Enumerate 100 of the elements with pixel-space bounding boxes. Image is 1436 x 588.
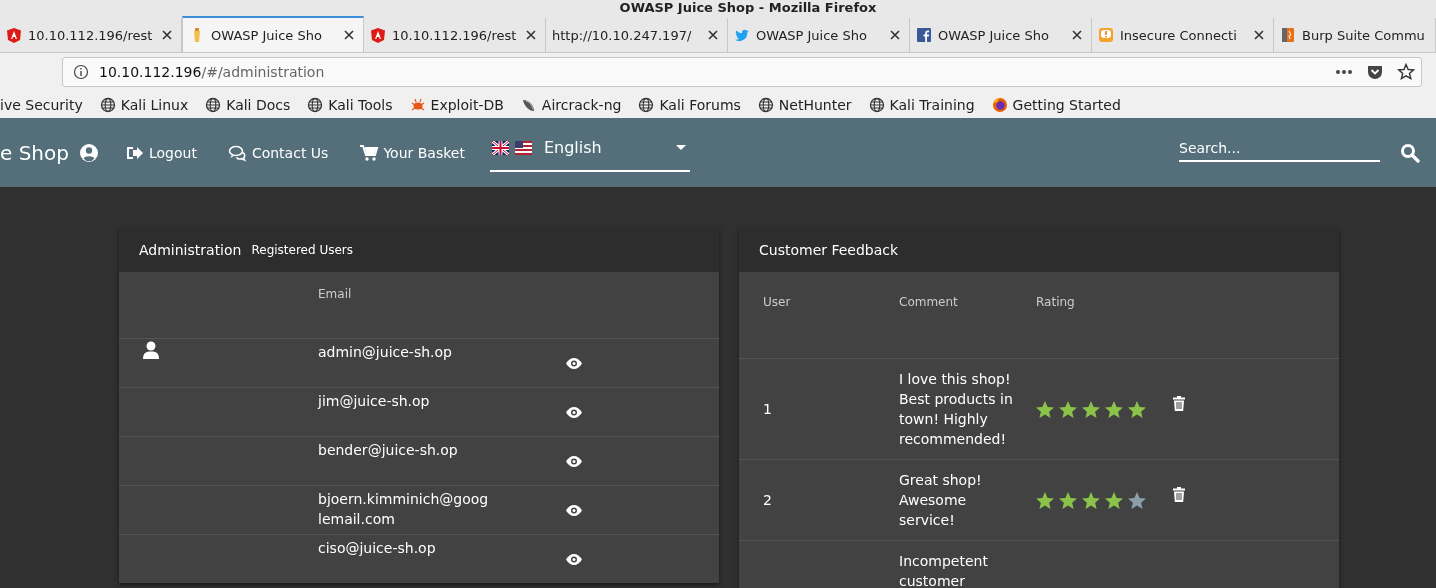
us-flag-icon bbox=[514, 140, 532, 155]
browser-tab[interactable]: 10.10.112.196/rest bbox=[364, 18, 546, 52]
trash-icon bbox=[1173, 395, 1185, 411]
bookmark-item[interactable]: ive Security bbox=[0, 96, 83, 113]
table-cell-text: jim@juice-sh.op bbox=[318, 392, 431, 411]
bookmark-item[interactable]: Kali Training bbox=[868, 96, 975, 113]
tab-label: Insecure Connecti bbox=[1120, 27, 1238, 43]
star-icon bbox=[1397, 63, 1415, 81]
window-title: OWASP Juice Shop - Mozilla Firefox bbox=[619, 1, 877, 14]
delete-button[interactable] bbox=[1173, 395, 1185, 411]
star-icon bbox=[1059, 491, 1077, 509]
browser-tab[interactable]: Burp Suite Commu bbox=[1274, 18, 1436, 52]
shield-icon bbox=[370, 27, 386, 43]
table-cell-text: 1 bbox=[762, 401, 773, 417]
table-cell-text: Great shop! Awesome service! bbox=[899, 471, 983, 530]
eye-icon bbox=[566, 504, 582, 516]
cart-icon bbox=[359, 143, 380, 162]
view-button[interactable] bbox=[566, 455, 582, 467]
star-icon bbox=[1105, 400, 1123, 418]
burp-icon bbox=[1280, 27, 1296, 43]
bookmark-item[interactable]: NetHunter bbox=[757, 96, 852, 113]
card-subtitle: Registered Users bbox=[251, 243, 353, 257]
bookmark-item[interactable]: Aircrack-ng bbox=[520, 96, 622, 113]
close-icon bbox=[889, 29, 901, 41]
view-button[interactable] bbox=[566, 553, 582, 565]
bookmark-item[interactable]: Kali Docs bbox=[205, 96, 291, 113]
language-select[interactable]: English bbox=[489, 133, 690, 172]
tab-label: http://10.10.247.197/ bbox=[552, 27, 693, 43]
browser-tab[interactable]: OWASP Juice Sho bbox=[728, 18, 910, 52]
close-icon bbox=[1071, 29, 1083, 41]
bug-icon bbox=[409, 96, 426, 113]
bookmark-item[interactable]: Exploit-DB bbox=[409, 96, 504, 113]
close-icon bbox=[525, 29, 537, 41]
star-icon bbox=[1082, 400, 1100, 418]
globe-icon bbox=[868, 96, 885, 113]
bookmark-item[interactable]: Kali Tools bbox=[307, 96, 393, 113]
more-icon bbox=[1335, 69, 1353, 75]
user-icon bbox=[143, 341, 159, 359]
table-cell-text: admin@juice-sh.op bbox=[318, 343, 453, 362]
tab-label: Burp Suite Commu bbox=[1302, 27, 1426, 43]
chat-bubbles-icon bbox=[227, 143, 248, 162]
table-cell-text: 2 bbox=[762, 492, 773, 508]
view-button[interactable] bbox=[566, 406, 582, 418]
uk-flag-icon bbox=[491, 140, 509, 155]
bird-icon bbox=[734, 27, 750, 43]
eye-icon bbox=[566, 406, 582, 418]
tab-label: OWASP Juice Sho bbox=[211, 27, 323, 43]
delete-button[interactable] bbox=[1173, 486, 1185, 502]
search-button[interactable] bbox=[1400, 142, 1420, 163]
star-icon bbox=[1128, 491, 1146, 509]
pocket-icon bbox=[1367, 64, 1383, 80]
trash-icon bbox=[1173, 486, 1185, 502]
star-icon bbox=[1036, 400, 1054, 418]
globe-icon bbox=[757, 96, 774, 113]
eye-icon bbox=[566, 357, 582, 369]
table-cell-text: bender@juice-sh.op bbox=[318, 441, 459, 460]
search-icon bbox=[1400, 142, 1420, 163]
caret-icon bbox=[675, 144, 686, 151]
star-icon bbox=[1059, 400, 1077, 418]
close-icon bbox=[1253, 29, 1265, 41]
table-cell-text: bjoern.kimminich@googlemail.com bbox=[318, 490, 490, 529]
nav-link[interactable]: Contact Us bbox=[227, 143, 329, 162]
table-cell-text: I love this shop! Best products in town! Highly recommended! bbox=[899, 370, 1014, 449]
bookmark-item[interactable]: Kali Forums bbox=[638, 96, 741, 113]
eye-icon bbox=[566, 553, 582, 565]
globe-icon bbox=[99, 96, 116, 113]
star-icon bbox=[1128, 400, 1146, 418]
close-icon bbox=[707, 29, 719, 41]
view-button[interactable] bbox=[566, 357, 582, 369]
nav-link[interactable]: Logout bbox=[124, 143, 197, 162]
table-cell-text: ciso@juice-sh.op bbox=[318, 539, 437, 558]
globe-icon bbox=[638, 96, 655, 113]
url-text: 10.10.112.196/#/administration bbox=[99, 64, 325, 80]
user-icon bbox=[78, 142, 99, 163]
address-field[interactable]: 10.10.112.196/#/administration bbox=[62, 57, 1422, 87]
close-icon bbox=[343, 29, 355, 41]
star-icon bbox=[1082, 491, 1100, 509]
close-icon bbox=[161, 29, 173, 41]
info-icon bbox=[73, 64, 89, 80]
app-title[interactable]: e Shop bbox=[0, 140, 69, 165]
card-title: Customer Feedback bbox=[759, 242, 899, 258]
bookmark-item[interactable]: Kali Linux bbox=[99, 96, 189, 113]
column-header: Email bbox=[318, 286, 353, 303]
eye-icon bbox=[566, 455, 582, 467]
star-icon bbox=[1105, 491, 1123, 509]
globe-icon bbox=[205, 96, 222, 113]
tab-label: 10.10.112.196/rest bbox=[28, 27, 154, 43]
column-header: Rating bbox=[1035, 295, 1076, 311]
view-button[interactable] bbox=[566, 504, 582, 516]
browser-tab[interactable]: OWASP Juice Sho bbox=[910, 18, 1092, 52]
browser-tab[interactable]: Insecure Connecti bbox=[1092, 18, 1274, 52]
search-field[interactable]: Search... bbox=[1179, 135, 1380, 162]
tab-label: 10.10.112.196/rest bbox=[392, 27, 518, 43]
nav-link[interactable]: Your Basket bbox=[359, 143, 465, 162]
browser-tab[interactable]: OWASP Juice Sho bbox=[182, 16, 364, 52]
bookmark-item[interactable]: Getting Started bbox=[991, 96, 1121, 113]
star-icon bbox=[1036, 491, 1054, 509]
browser-tab[interactable]: http://10.10.247.197/ bbox=[546, 18, 728, 52]
speech-bubble-icon bbox=[1098, 27, 1114, 43]
tab-label: OWASP Juice Sho bbox=[938, 27, 1050, 43]
